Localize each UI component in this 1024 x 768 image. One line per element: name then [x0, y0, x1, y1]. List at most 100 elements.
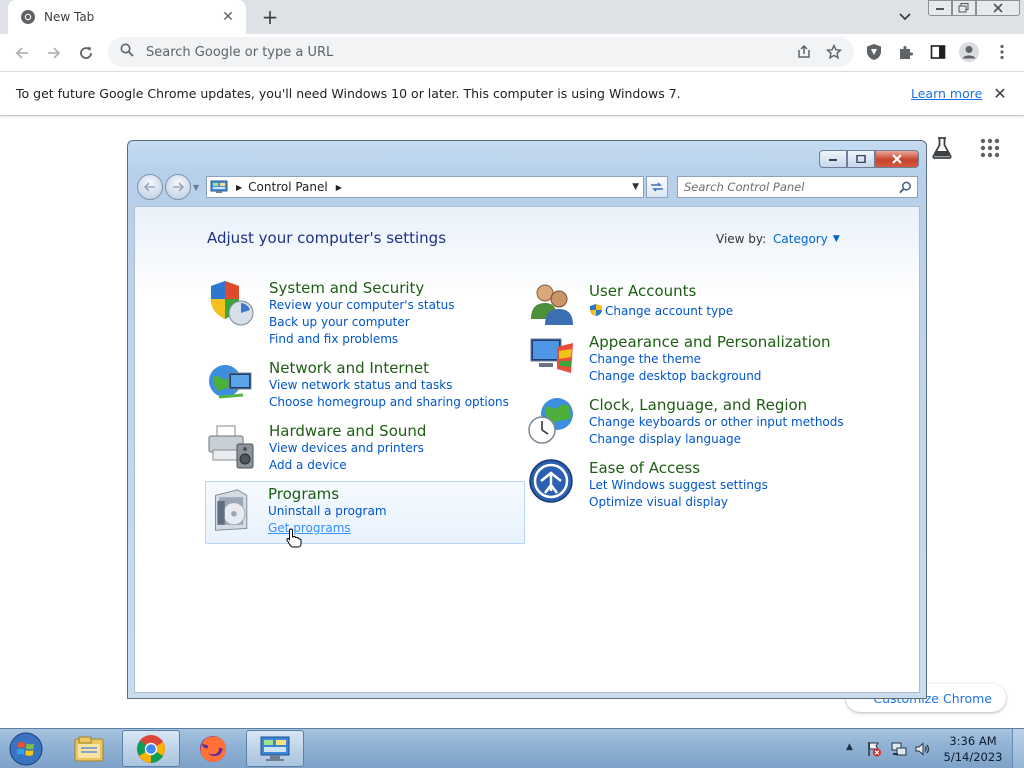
cp-breadcrumb-chevron-icon[interactable]: ▶: [236, 183, 242, 192]
tab-new-tab[interactable]: New Tab ✕: [8, 0, 246, 34]
category-title[interactable]: Ease of Access: [589, 459, 700, 477]
cp-close-button[interactable]: [875, 150, 919, 168]
kebab-menu-icon[interactable]: [991, 41, 1013, 63]
cp-page-heading: Adjust your computer's settings: [207, 229, 447, 247]
category-link[interactable]: View network status and tasks: [269, 378, 452, 392]
cp-refresh-icon[interactable]: [646, 176, 668, 198]
update-infobar: To get future Google Chrome updates, you…: [0, 71, 1024, 116]
cp-search-input[interactable]: [678, 180, 896, 194]
back-icon[interactable]: [8, 39, 36, 67]
window-minimize-button[interactable]: [928, 0, 952, 16]
network-icon[interactable]: [891, 741, 907, 757]
programs-box-icon[interactable]: [210, 488, 260, 538]
plus-icon[interactable]: +: [258, 5, 282, 29]
apps-grid-icon[interactable]: [980, 138, 1000, 158]
category-link[interactable]: Change keyboards or other input methods: [589, 415, 844, 429]
close-icon[interactable]: ✕: [220, 9, 236, 25]
cp-minimize-button[interactable]: [819, 150, 847, 168]
category-link[interactable]: Add a device: [269, 458, 347, 472]
cp-breadcrumb[interactable]: Control Panel: [248, 180, 328, 194]
category-link[interactable]: Change display language: [589, 432, 741, 446]
share-icon[interactable]: [794, 42, 814, 62]
cp-address-bar[interactable]: ▶ Control Panel ▶ ▼: [206, 176, 644, 198]
globe-network-icon[interactable]: [207, 359, 257, 409]
search-icon: [120, 43, 134, 61]
infobar-message: To get future Google Chrome updates, you…: [16, 86, 681, 101]
learn-more-link[interactable]: Learn more: [911, 86, 982, 101]
window-restore-button[interactable]: [952, 0, 976, 16]
category-title[interactable]: Hardware and Sound: [269, 422, 426, 440]
shield-extension-icon[interactable]: [863, 41, 885, 63]
puzzle-icon[interactable]: [895, 41, 917, 63]
reload-icon[interactable]: [72, 39, 100, 67]
forward-icon[interactable]: [40, 39, 68, 67]
chrome-icon[interactable]: [122, 730, 180, 767]
users-icon[interactable]: [527, 279, 577, 329]
show-desktop-button[interactable]: [1012, 729, 1024, 768]
star-icon[interactable]: [824, 42, 844, 62]
category-title[interactable]: Network and Internet: [269, 359, 429, 377]
category-programs[interactable]: Programs Uninstall a program Get program…: [205, 481, 525, 548]
volume-icon[interactable]: [914, 741, 930, 757]
tray-overflow-icon[interactable]: ▲: [846, 742, 853, 752]
paint-monitor-icon[interactable]: [527, 333, 577, 383]
clock-globe-icon[interactable]: [527, 396, 577, 446]
cp-breadcrumb-chevron-icon[interactable]: ▶: [336, 183, 342, 192]
cp-address-dropdown-icon[interactable]: ▼: [632, 182, 639, 192]
category-system-security: System and Security Review your computer…: [207, 279, 527, 346]
category-link[interactable]: Review your computer's status: [269, 298, 455, 312]
category-title[interactable]: Clock, Language, and Region: [589, 396, 807, 414]
category-link[interactable]: Change account type: [605, 304, 733, 318]
category-link[interactable]: Let Windows suggest settings: [589, 478, 768, 492]
chevron-down-icon[interactable]: [894, 6, 916, 28]
windows-explorer-icon[interactable]: [60, 730, 118, 767]
cp-view-by-label: View by:: [716, 232, 767, 246]
category-link[interactable]: View devices and printers: [269, 441, 424, 455]
category-clock-region: Clock, Language, and Region Change keybo…: [527, 396, 847, 458]
side-panel-icon[interactable]: [927, 41, 949, 63]
ease-of-access-icon[interactable]: [527, 459, 577, 509]
category-link[interactable]: Change desktop background: [589, 369, 761, 383]
category-hardware-sound: Hardware and Sound View devices and prin…: [207, 422, 527, 484]
shield-icon[interactable]: [207, 279, 257, 329]
category-link[interactable]: Optimize visual display: [589, 495, 728, 509]
control-panel-window: ▼ ▶ Control Panel ▶ ▼ Adjust your comput…: [127, 140, 927, 699]
clock-date: 5/14/2023: [943, 750, 1003, 764]
cp-back-icon[interactable]: [137, 174, 163, 200]
cp-recent-pages-icon[interactable]: ▼: [193, 183, 199, 192]
category-link[interactable]: Change the theme: [589, 352, 701, 366]
cp-forward-icon[interactable]: [165, 174, 191, 200]
category-link[interactable]: Back up your computer: [269, 315, 410, 329]
windows-taskbar: ▲ 3:36 AM 5/14/2023: [0, 728, 1024, 768]
cp-view-by-dropdown[interactable]: Category ▼: [773, 232, 840, 246]
close-icon[interactable]: ✕: [991, 84, 1009, 103]
start-button[interactable]: [6, 731, 46, 767]
window-close-button[interactable]: [976, 0, 1020, 16]
labs-flask-icon[interactable]: [930, 136, 954, 160]
omnibox-input[interactable]: [146, 44, 784, 60]
firefox-icon[interactable]: [184, 730, 242, 767]
cp-search-box[interactable]: [677, 176, 918, 198]
category-link[interactable]: Choose homegroup and sharing options: [269, 395, 509, 409]
cp-content-area: Adjust your computer's settings View by:…: [134, 206, 920, 693]
category-title[interactable]: Appearance and Personalization: [589, 333, 831, 351]
browser-toolbar: [0, 34, 1024, 71]
category-title[interactable]: User Accounts: [589, 282, 696, 300]
cp-nav-buttons: ▼: [137, 174, 201, 200]
control-panel-icon[interactable]: [246, 730, 304, 767]
action-center-flag-icon[interactable]: [866, 741, 882, 757]
category-link[interactable]: Find and fix problems: [269, 332, 398, 346]
category-title[interactable]: Programs: [268, 485, 339, 503]
taskbar-clock[interactable]: 3:36 AM 5/14/2023: [942, 733, 1004, 765]
omnibox[interactable]: [108, 37, 854, 67]
profile-icon[interactable]: [958, 41, 980, 63]
cp-window-controls: [819, 150, 919, 168]
category-link[interactable]: Get programs: [268, 521, 351, 535]
category-title[interactable]: System and Security: [269, 279, 424, 297]
cp-maximize-button[interactable]: [847, 150, 875, 168]
search-icon[interactable]: [896, 178, 914, 196]
category-appearance: Appearance and Personalization Change th…: [527, 333, 847, 395]
printer-icon[interactable]: [207, 422, 257, 472]
tab-strip: New Tab ✕ +: [0, 0, 1024, 34]
category-link[interactable]: Uninstall a program: [268, 504, 387, 518]
